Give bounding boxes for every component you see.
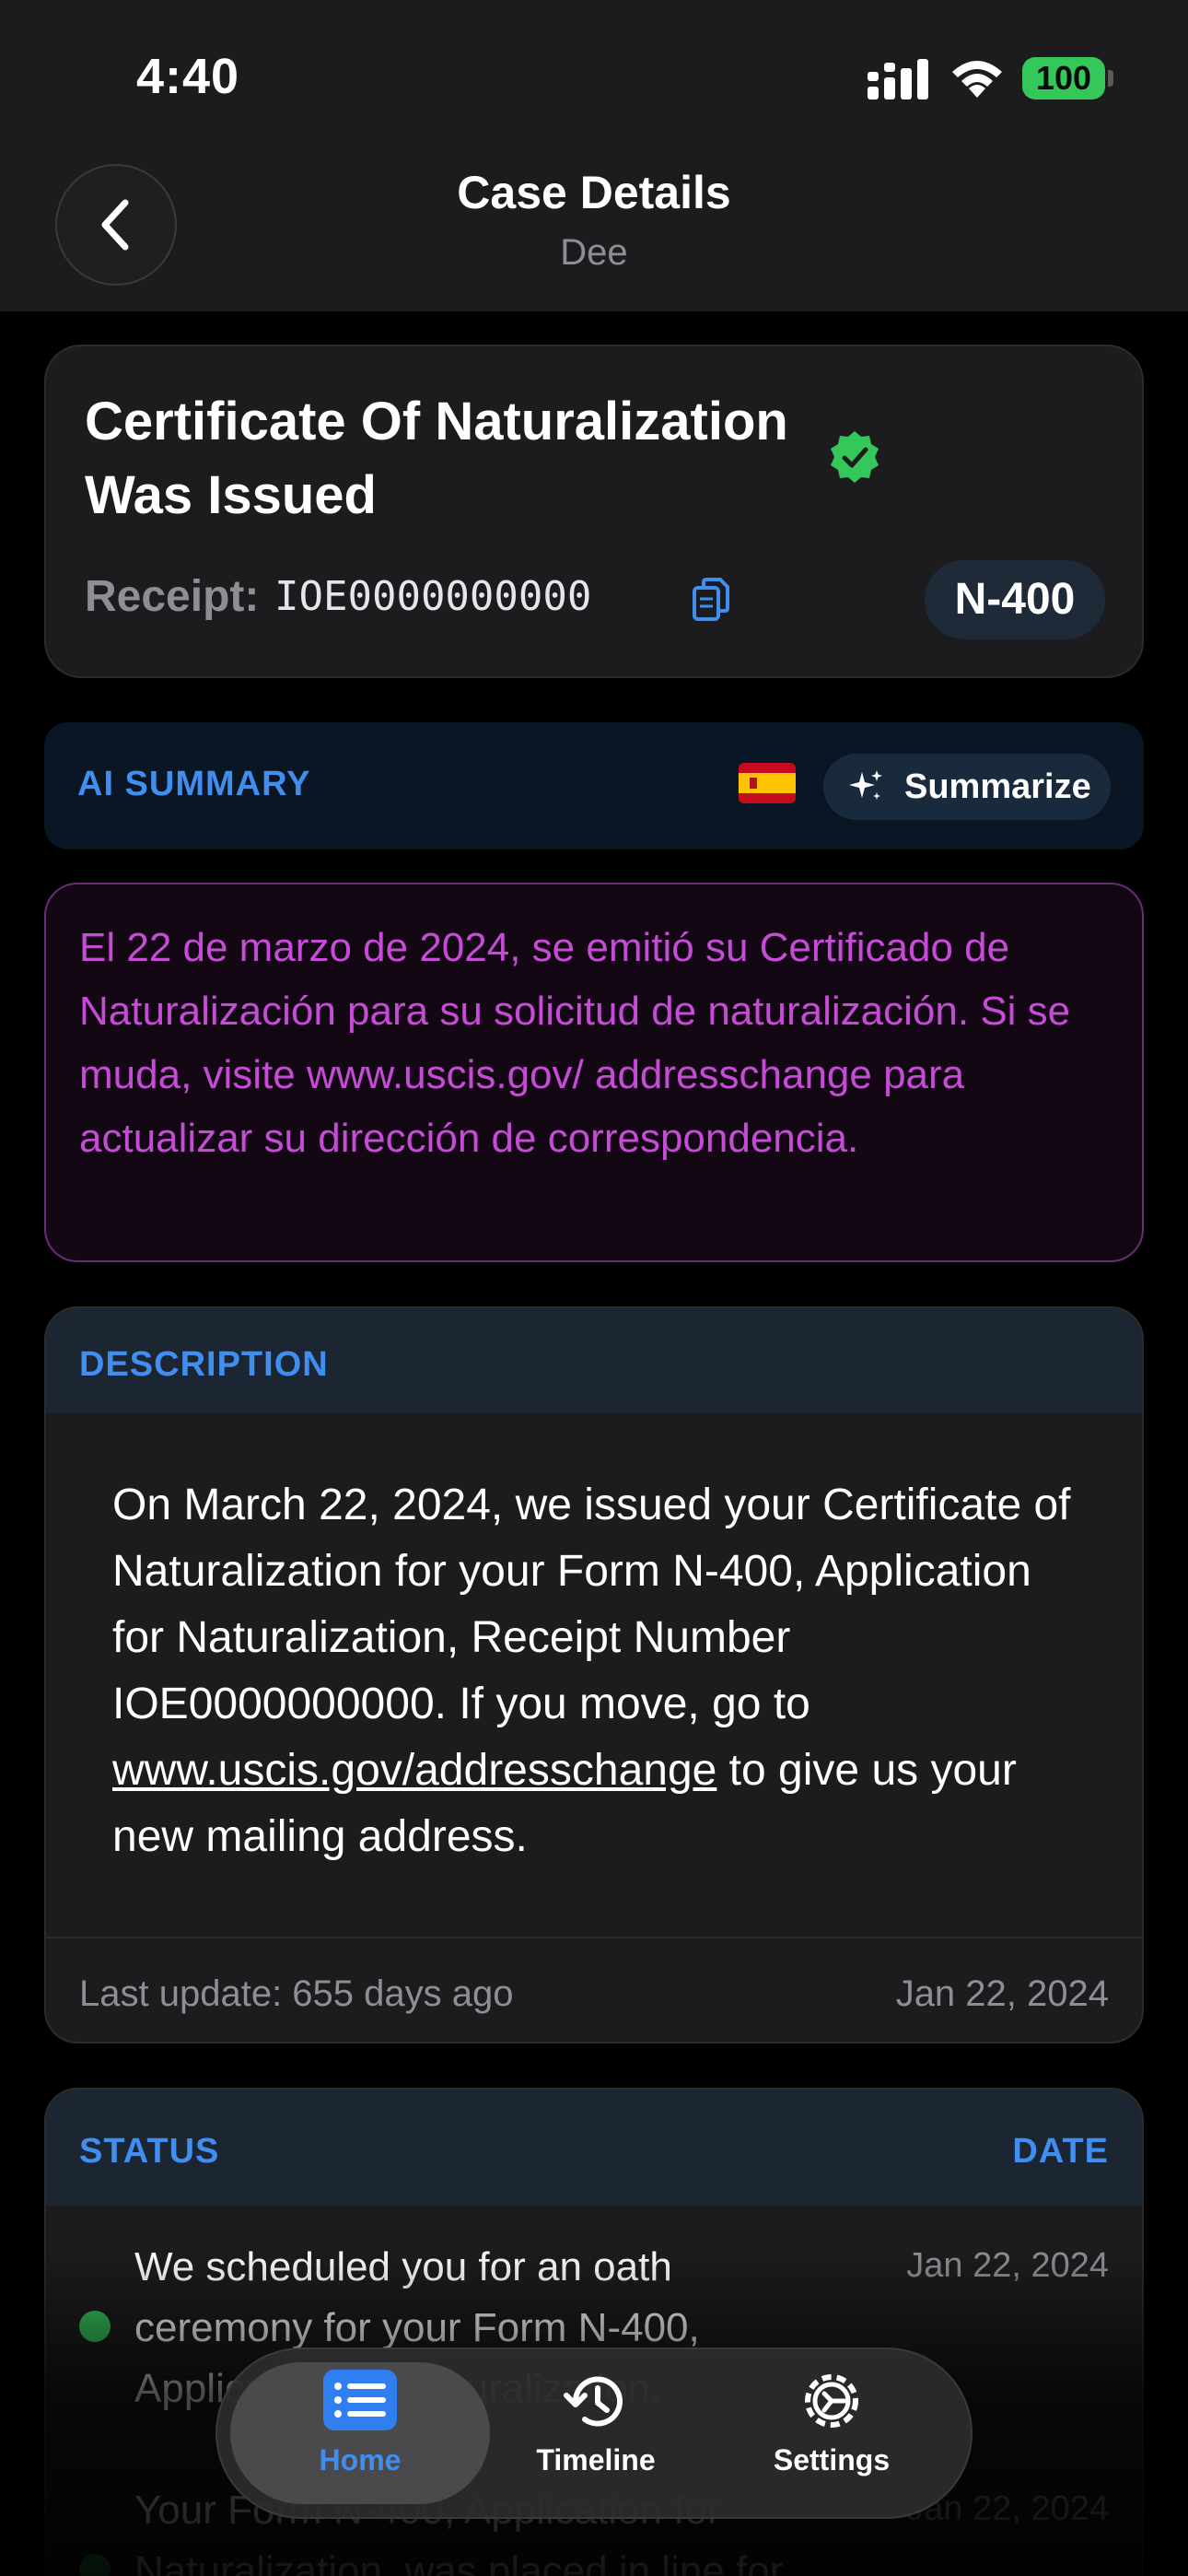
tab-timeline[interactable]: Timeline bbox=[481, 2368, 711, 2502]
battery-indicator: 100 bbox=[1022, 57, 1105, 100]
gear-icon bbox=[805, 2374, 858, 2428]
tab-timeline-label: Timeline bbox=[536, 2443, 656, 2476]
tab-settings-label: Settings bbox=[773, 2443, 891, 2476]
sparkles-icon bbox=[849, 770, 882, 800]
wifi-icon bbox=[952, 61, 1002, 98]
status-dot bbox=[79, 2554, 111, 2576]
history-icon bbox=[564, 2376, 623, 2427]
description-card: DESCRIPTION On March 22, 2024, we issued… bbox=[44, 1306, 1144, 2043]
description-date: Jan 22, 2024 bbox=[895, 1973, 1109, 2014]
battery-cap bbox=[1108, 70, 1113, 87]
receipt-label: Receipt: bbox=[85, 572, 260, 621]
case-details-screen: 4:40 100 Case Details Dee Certificate Of… bbox=[0, 0, 1188, 2576]
divider bbox=[46, 1937, 1142, 1938]
status-dot bbox=[79, 2311, 111, 2342]
spain-flag-icon[interactable] bbox=[739, 763, 796, 803]
status-item-date: Jan 22, 2024 bbox=[906, 2246, 1109, 2285]
navigation-header: 4:40 100 Case Details Dee bbox=[0, 0, 1188, 311]
status-header: STATUS DATE bbox=[46, 2090, 1142, 2206]
case-status-title: Certificate Of Naturalization Was Issued bbox=[85, 392, 788, 525]
tab-home[interactable]: Home bbox=[245, 2368, 475, 2502]
ai-summary-text: El 22 de marzo de 2024, se emitió su Cer… bbox=[79, 925, 1071, 1161]
address-change-link[interactable]: www.uscis.gov/addresschange bbox=[112, 1746, 716, 1795]
status-column-label: STATUS bbox=[79, 2132, 220, 2171]
form-type-badge: N-400 bbox=[925, 560, 1105, 639]
description-text: On March 22, 2024, we issued your Certif… bbox=[112, 1472, 1089, 1870]
ai-summary-bar: AI SUMMARY Summarize bbox=[44, 722, 1144, 849]
verified-badge-icon bbox=[831, 431, 879, 483]
description-text-before: On March 22, 2024, we issued your Certif… bbox=[112, 1481, 1071, 1728]
page-subtitle: Dee bbox=[560, 232, 628, 273]
receipt-number: IOE0000000000 bbox=[274, 573, 592, 620]
ai-summary-box: El 22 de marzo de 2024, se emitió su Cer… bbox=[44, 883, 1144, 1262]
summarize-button[interactable]: Summarize bbox=[823, 754, 1111, 820]
description-header: DESCRIPTION bbox=[46, 1308, 1142, 1413]
date-column-label: DATE bbox=[1012, 2132, 1109, 2171]
tab-bar: Home Timeline Settings bbox=[215, 2348, 973, 2519]
last-update-text: Last update: 655 days ago bbox=[79, 1973, 514, 2014]
page-title: Case Details bbox=[457, 167, 731, 218]
list-icon bbox=[323, 2370, 397, 2430]
tab-settings[interactable]: Settings bbox=[716, 2368, 947, 2502]
case-title-card: Certificate Of Naturalization Was Issued… bbox=[44, 345, 1144, 678]
copy-icon[interactable] bbox=[691, 577, 731, 623]
tab-home-label: Home bbox=[319, 2443, 402, 2476]
description-label: DESCRIPTION bbox=[79, 1345, 329, 1384]
status-time: 4:40 bbox=[136, 49, 240, 104]
ai-summary-label: AI SUMMARY bbox=[77, 765, 311, 803]
summarize-label: Summarize bbox=[904, 767, 1091, 806]
cellular-signal-icon bbox=[868, 59, 928, 100]
